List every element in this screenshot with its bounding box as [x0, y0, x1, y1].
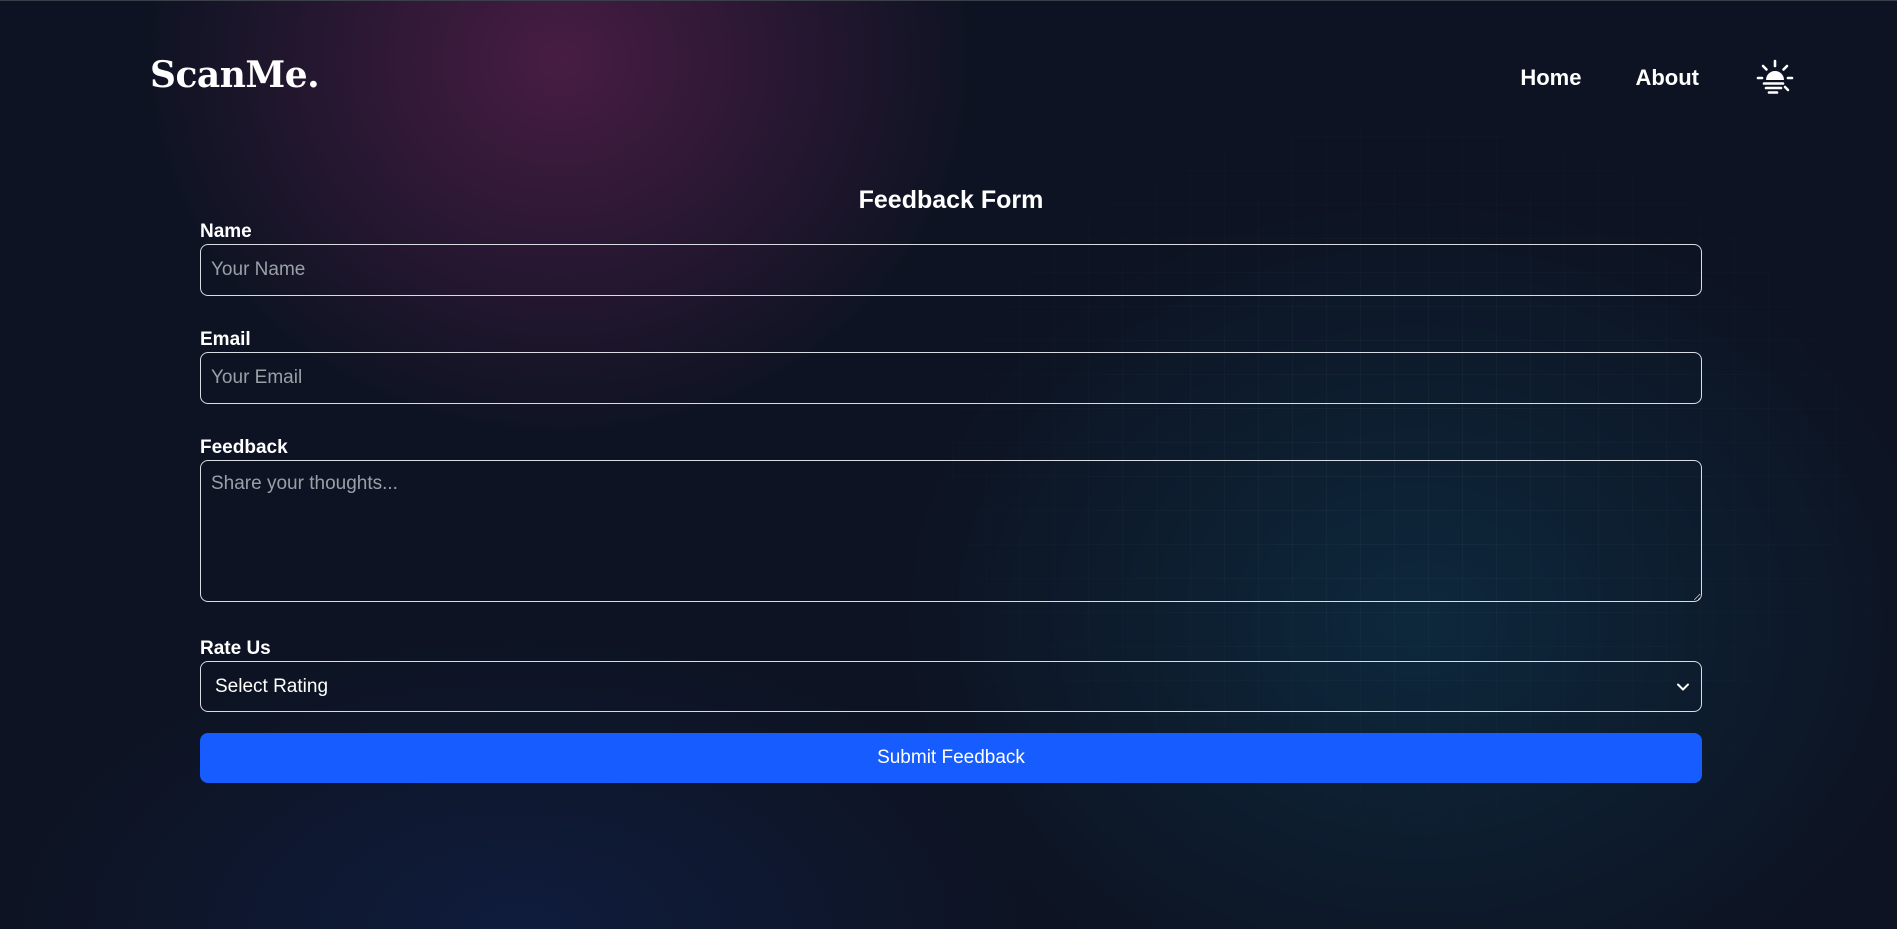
name-label: Name	[200, 221, 252, 242]
rating-select-wrapper: Select Rating	[200, 661, 1702, 712]
feedback-textarea[interactable]	[200, 460, 1702, 602]
rating-label: Rate Us	[200, 638, 271, 659]
email-label: Email	[200, 329, 251, 350]
theme-toggle-button[interactable]	[1755, 58, 1795, 98]
window-top-border	[0, 0, 1897, 1]
submit-feedback-button[interactable]: Submit Feedback	[200, 733, 1702, 783]
sun-icon	[1756, 59, 1794, 94]
form-title: Feedback Form	[858, 186, 1044, 214]
main-nav: Home About	[1520, 48, 1797, 108]
name-input[interactable]	[200, 244, 1702, 296]
logo[interactable]: ScanMe.	[150, 54, 320, 96]
site-header: ScanMe. Home About	[150, 48, 1797, 108]
nav-home-link[interactable]: Home	[1520, 65, 1581, 91]
email-input[interactable]	[200, 352, 1702, 404]
feedback-label: Feedback	[200, 437, 288, 458]
feedback-form: Feedback Form Name Email Feedback Rate U…	[200, 180, 1702, 783]
nav-about-link[interactable]: About	[1635, 65, 1699, 91]
rating-select[interactable]: Select Rating	[200, 661, 1702, 712]
